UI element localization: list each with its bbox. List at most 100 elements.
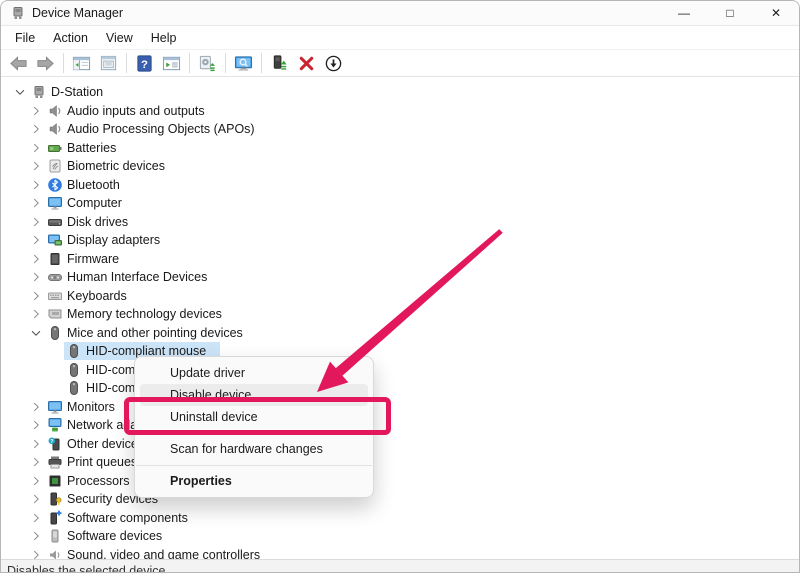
menu-view[interactable]: View [97, 28, 142, 48]
tree-item-batteries[interactable]: Batteries [2, 139, 798, 158]
context-menu-separator [136, 465, 372, 466]
device-up-icon [270, 54, 289, 73]
monitor-icon [47, 195, 63, 211]
menu-help[interactable]: Help [142, 28, 186, 48]
disk-icon [47, 214, 63, 230]
chevron-icon[interactable] [26, 473, 45, 489]
show-hide-console-tree-button[interactable] [68, 51, 95, 75]
tree-item-software-devices[interactable]: Software devices [2, 527, 798, 546]
network-icon [47, 417, 63, 433]
tree-item-d-station[interactable]: D-Station [2, 83, 798, 102]
chevron-icon[interactable] [26, 510, 45, 526]
tree-item-other-devices[interactable]: Other devices [2, 435, 798, 454]
tree-item-hid-compliant-mouse[interactable]: HID-compliant mouse [2, 379, 798, 398]
export-list-button[interactable] [158, 51, 185, 75]
chevron-icon[interactable] [26, 491, 45, 507]
tree-item-label: Mice and other pointing devices [67, 326, 243, 340]
tree-item-firmware[interactable]: Firmware [2, 250, 798, 269]
chevron-icon[interactable] [26, 399, 45, 415]
tree-item-label: Audio inputs and outputs [67, 104, 205, 118]
tree-item-disk-drives[interactable]: Disk drives [2, 213, 798, 232]
help-button[interactable] [131, 51, 158, 75]
forward-arrow-icon [36, 54, 55, 73]
mouse-icon [66, 343, 82, 359]
chevron-icon[interactable] [26, 436, 45, 452]
disable-device-button[interactable] [320, 51, 347, 75]
scan-for-hardware-changes-button[interactable] [230, 51, 257, 75]
tree-item-label: Audio Processing Objects (APOs) [67, 122, 255, 136]
update-driver-button[interactable] [194, 51, 221, 75]
uninstall-device-button[interactable] [293, 51, 320, 75]
monitor-icon [47, 399, 63, 415]
tree-item-software-components[interactable]: Software components [2, 509, 798, 528]
tree-item-keyboards[interactable]: Keyboards [2, 287, 798, 306]
tree-item-computer[interactable]: Computer [2, 194, 798, 213]
chip-icon [47, 251, 63, 267]
chevron-icon[interactable] [10, 84, 29, 100]
context-menu-properties[interactable]: Properties [140, 470, 368, 492]
tree-item-hid-compliant-mouse[interactable]: HID-compliant mouse [2, 361, 798, 380]
chevron-icon[interactable] [26, 251, 45, 267]
chevron-icon[interactable] [26, 417, 45, 433]
device-manager-icon [10, 5, 26, 21]
help-icon [135, 54, 154, 73]
chevron-icon[interactable] [26, 103, 45, 119]
tree-item-security-devices[interactable]: Security devices [2, 490, 798, 509]
chevron-icon[interactable] [26, 121, 45, 137]
tree-item-human-interface-devices[interactable]: Human Interface Devices [2, 268, 798, 287]
context-menu-scan-for-hardware-changes[interactable]: Scan for hardware changes [140, 438, 368, 460]
chevron-icon[interactable] [26, 325, 45, 341]
tree-item-label: Human Interface Devices [67, 270, 207, 284]
tree-item-label: Keyboards [67, 289, 127, 303]
software-device-icon [47, 528, 63, 544]
chevron-icon[interactable] [26, 232, 45, 248]
chevron-icon[interactable] [26, 158, 45, 174]
maximize-button[interactable]: □ [707, 1, 753, 25]
chevron-icon[interactable] [26, 177, 45, 193]
tree-item-bluetooth[interactable]: Bluetooth [2, 176, 798, 195]
chevron-icon[interactable] [26, 454, 45, 470]
tree-item-memory-technology-devices[interactable]: Memory technology devices [2, 305, 798, 324]
tree-item-display-adapters[interactable]: Display adapters [2, 231, 798, 250]
tree-item-print-queues[interactable]: Print queues [2, 453, 798, 472]
tree-item-monitors[interactable]: Monitors [2, 398, 798, 417]
chevron-icon [45, 343, 64, 359]
printer-icon [47, 454, 63, 470]
close-button[interactable]: ✕ [753, 1, 799, 25]
update-device-driver-button[interactable] [266, 51, 293, 75]
back-arrow-icon [9, 54, 28, 73]
back-button[interactable] [5, 51, 32, 75]
chevron-icon [45, 362, 64, 378]
tree-item-biometric-devices[interactable]: Biometric devices [2, 157, 798, 176]
gear-update-icon [198, 54, 217, 73]
chevron-icon[interactable] [26, 288, 45, 304]
toolbar-separator [63, 53, 64, 73]
chevron-icon[interactable] [26, 214, 45, 230]
chevron-icon[interactable] [26, 140, 45, 156]
fingerprint-icon [47, 158, 63, 174]
minimize-button[interactable]: — [661, 1, 707, 25]
chevron-icon[interactable] [26, 528, 45, 544]
tree-item-label: Other devices [67, 437, 144, 451]
menu-action[interactable]: Action [44, 28, 97, 48]
tree-item-mice-and-other-pointing-devices[interactable]: Mice and other pointing devices [2, 324, 798, 343]
tree-item-audio-inputs-and-outputs[interactable]: Audio inputs and outputs [2, 102, 798, 121]
chevron-icon[interactable] [26, 195, 45, 211]
forward-button[interactable] [32, 51, 59, 75]
tree-item-network-adapters[interactable]: Network adapters [2, 416, 798, 435]
chevron-icon[interactable] [26, 306, 45, 322]
context-menu-update-driver[interactable]: Update driver [140, 362, 368, 384]
tree-item-processors[interactable]: Processors [2, 472, 798, 491]
circle-down-icon [324, 54, 343, 73]
toolbar-separator [189, 53, 190, 73]
tree-item-label: Monitors [67, 400, 115, 414]
tree-item-hid-compliant-mouse[interactable]: HID-compliant mouse [2, 342, 798, 361]
tree-item-label: Biometric devices [67, 159, 165, 173]
chevron-icon[interactable] [26, 269, 45, 285]
tree-item-audio-processing-objects-apos[interactable]: Audio Processing Objects (APOs) [2, 120, 798, 139]
menu-file[interactable]: File [6, 28, 44, 48]
speaker-icon [47, 103, 63, 119]
red-x-icon [297, 54, 316, 73]
properties-button[interactable] [95, 51, 122, 75]
memory-icon [47, 306, 63, 322]
